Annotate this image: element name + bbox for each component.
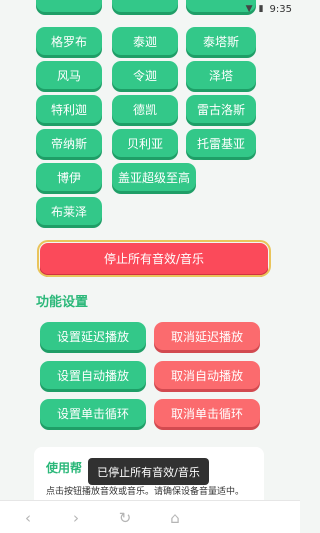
driver-button[interactable]: 风马 [36, 61, 102, 89]
driver-button[interactable]: 令迦 [112, 61, 178, 89]
toast-message: 已停止所有音效/音乐 [88, 458, 209, 485]
status-bar: ▼ ▮ 9:35 [0, 0, 300, 18]
driver-button[interactable]: 德凯 [112, 95, 178, 123]
back-icon[interactable]: ‹ [17, 507, 39, 529]
driver-button[interactable]: 布莱泽 [36, 197, 102, 225]
set-delay-button[interactable]: 设置延迟播放 [40, 322, 146, 350]
driver-button[interactable]: 托雷基亚 [186, 129, 256, 157]
driver-button[interactable]: 特利迦 [36, 95, 102, 123]
set-loop-button[interactable]: 设置单击循环 [40, 399, 146, 427]
driver-button[interactable]: 泽塔 [186, 61, 256, 89]
driver-button[interactable]: 盖亚超级至高 [112, 163, 196, 191]
browser-nav-bar: ‹ › ↻ ⌂ [0, 500, 300, 533]
usage-title: 使用帮 [46, 461, 83, 475]
forward-icon[interactable]: › [65, 507, 87, 529]
main-content: 格罗布 泰迦 泰塔斯 风马 令迦 泽塔 特利迦 德凯 雷古洛斯 帝纳斯 贝利亚 … [0, 0, 300, 500]
driver-button[interactable]: 贝利亚 [112, 129, 178, 157]
cancel-delay-button[interactable]: 取消延迟播放 [154, 322, 260, 350]
wifi-icon: ▼ [245, 4, 253, 14]
driver-button[interactable]: 帝纳斯 [36, 129, 102, 157]
cancel-loop-button[interactable]: 取消单击循环 [154, 399, 260, 427]
settings-title: 功能设置 [36, 295, 89, 310]
reload-icon[interactable]: ↻ [114, 507, 136, 529]
battery-icon: ▮ [258, 4, 264, 14]
driver-button[interactable]: 博伊 [36, 163, 102, 191]
driver-button[interactable]: 泰迦 [112, 27, 178, 55]
driver-button[interactable]: 格罗布 [36, 27, 102, 55]
driver-button[interactable]: 泰塔斯 [186, 27, 256, 55]
cancel-auto-button[interactable]: 取消自动播放 [154, 361, 260, 389]
driver-button[interactable]: 雷古洛斯 [186, 95, 256, 123]
status-time: 9:35 [269, 3, 292, 15]
home-icon[interactable]: ⌂ [164, 507, 186, 529]
usage-text: 点击按钮播放音效或音乐。请确保设备音量适中。 [46, 487, 245, 497]
stop-all-button[interactable]: 停止所有音效/音乐 [37, 240, 271, 277]
set-auto-button[interactable]: 设置自动播放 [40, 361, 146, 389]
